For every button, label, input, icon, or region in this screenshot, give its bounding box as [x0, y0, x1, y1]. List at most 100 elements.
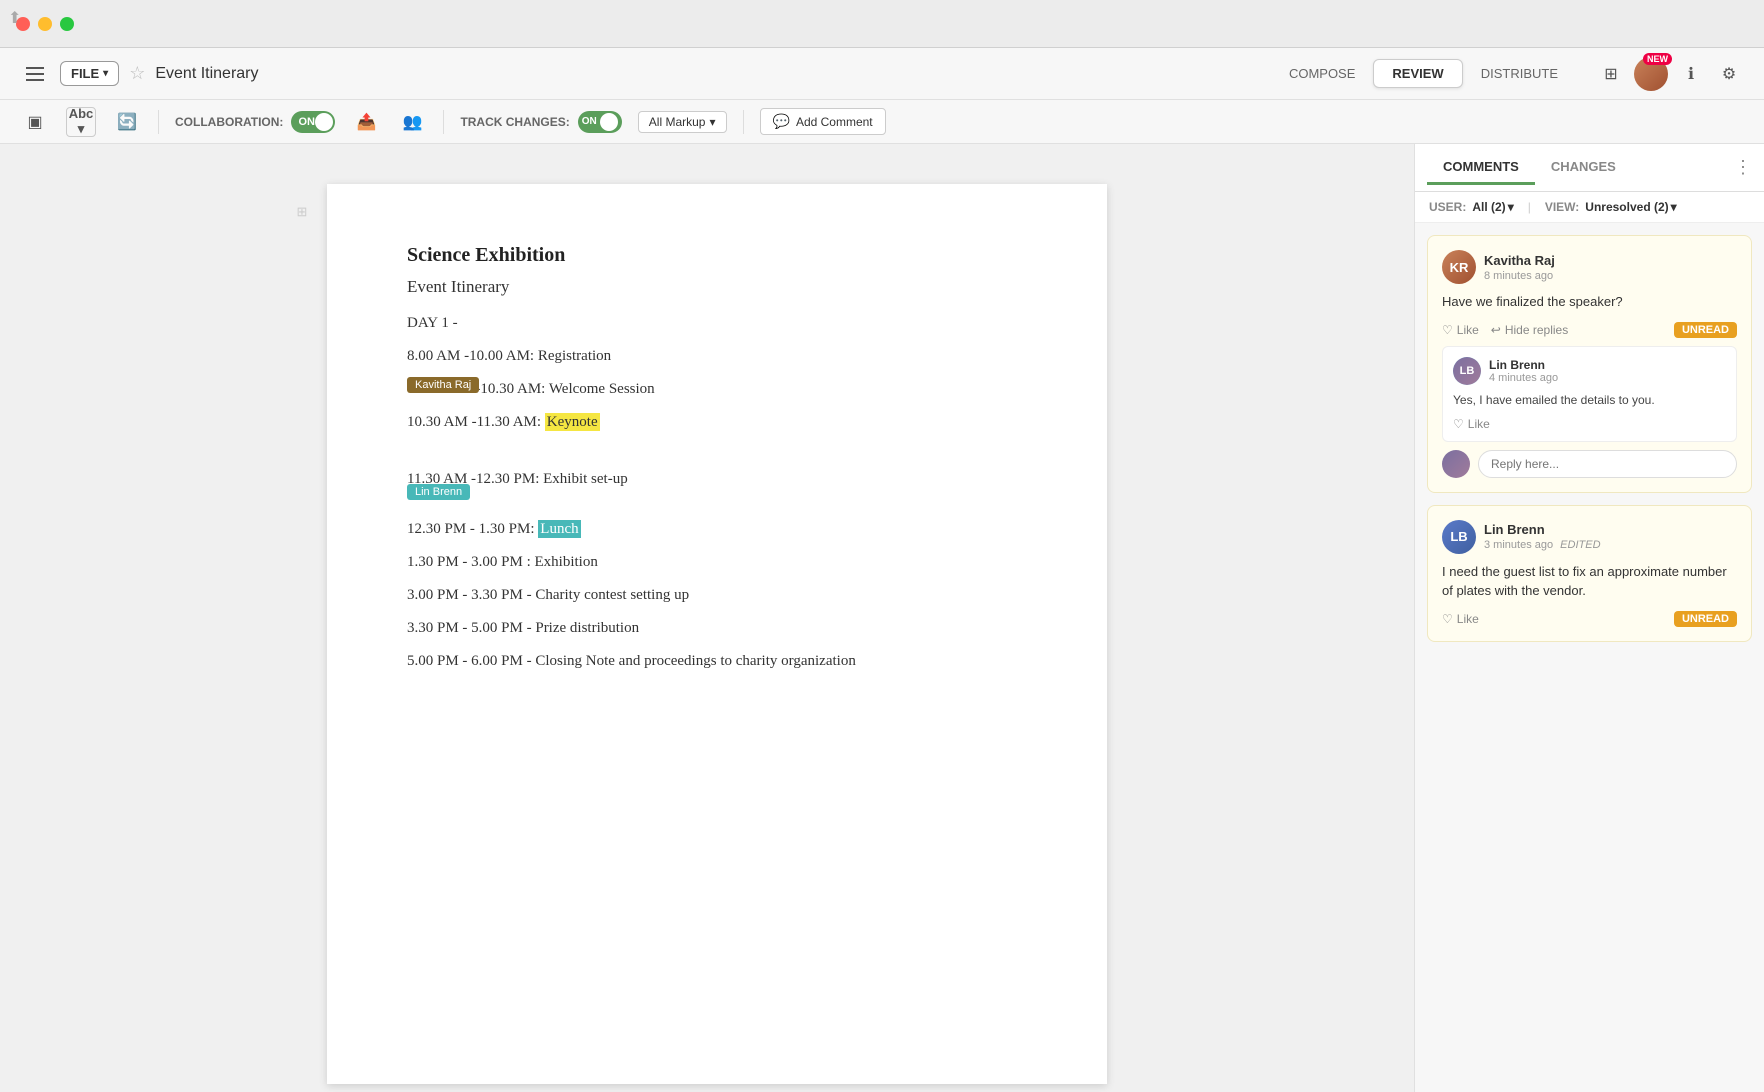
text-format-icon[interactable]: Abc ▾: [66, 107, 96, 137]
doc-item-3: 10.30 AM -11.30 AM: Keynote: [407, 414, 1027, 431]
doc-item-9-text: 5.00 PM - 6.00 PM - Closing Note and pro…: [407, 653, 856, 669]
view-filter-label: VIEW:: [1545, 200, 1579, 214]
reply-1-author: Lin Brenn: [1489, 358, 1558, 372]
reply-card-1: LB Lin Brenn 4 minutes ago Yes, I have e…: [1442, 346, 1737, 442]
tab-comments[interactable]: COMMENTS: [1427, 151, 1535, 185]
comment-1-actions: ♡ Like ↩ Hide replies UNREAD: [1442, 322, 1737, 338]
keynote-highlight: Keynote: [545, 413, 600, 431]
toolbar-left: FILE ▾ ☆ Event Itinerary: [20, 59, 1261, 89]
track-toggle-text: ON: [582, 116, 597, 127]
traffic-lights: [16, 17, 74, 31]
reply-1-actions: ♡ Like: [1453, 417, 1726, 431]
comment-icon: 💬: [773, 113, 790, 130]
comment-2-meta: Lin Brenn 3 minutes ago EDITED: [1484, 522, 1601, 551]
file-menu-button[interactable]: FILE ▾: [60, 61, 119, 86]
reply-1-text: Yes, I have emailed the details to you.: [1453, 391, 1726, 409]
tab-compose[interactable]: COMPOSE: [1271, 59, 1373, 88]
doc-item-1: 8.00 AM -10.00 AM: Registration: [407, 348, 1027, 365]
comments-list: KR Kavitha Raj 8 minutes ago Have we fin…: [1415, 223, 1764, 1092]
comment-1-hide-replies[interactable]: ↩ Hide replies: [1491, 323, 1568, 337]
comment-1-unread-badge: UNREAD: [1674, 322, 1737, 338]
reply-input-area: [1442, 450, 1737, 478]
info-icon[interactable]: ℹ: [1676, 59, 1706, 89]
comment-2-like[interactable]: ♡ Like: [1442, 612, 1479, 626]
tab-changes[interactable]: CHANGES: [1535, 151, 1632, 185]
view-icon[interactable]: ⊞: [1596, 59, 1626, 89]
fullscreen-button[interactable]: [60, 17, 74, 31]
user-filter-label: USER:: [1429, 200, 1466, 214]
comment-1-author: Kavitha Raj: [1484, 253, 1555, 268]
reply-1-avatar: LB: [1453, 357, 1481, 385]
reply-input[interactable]: [1478, 450, 1737, 478]
toolbar-icons: ⊞ new ℹ ⚙: [1596, 57, 1744, 91]
track-changes-label: TRACK CHANGES:: [460, 115, 569, 129]
collaboration-toggle[interactable]: ON: [291, 111, 335, 133]
file-label: FILE: [71, 66, 99, 81]
comment-card-1: KR Kavitha Raj 8 minutes ago Have we fin…: [1427, 235, 1752, 493]
doc-item-5: 12.30 PM - 1.30 PM: Lunch: [407, 521, 1027, 538]
add-comment-button[interactable]: 💬 Add Comment: [760, 108, 886, 135]
separator-3: [743, 110, 744, 134]
track-changes-section: TRACK CHANGES: ON: [460, 111, 621, 133]
user-filter-value[interactable]: All (2) ▾: [1472, 200, 1513, 214]
reply-1-meta: Lin Brenn 4 minutes ago: [1489, 358, 1558, 384]
doc-item-6-text: 1.30 PM - 3.00 PM : Exhibition: [407, 554, 598, 570]
right-panel: COMMENTS CHANGES ⋮ USER: All (2) ▾ | VIE…: [1414, 144, 1764, 1092]
comment-2-avatar: LB: [1442, 520, 1476, 554]
spellcheck-icon[interactable]: 🔄: [112, 107, 142, 137]
collaboration-label: COLLABORATION:: [175, 115, 283, 129]
toolbar-right: COMPOSE REVIEW DISTRIBUTE ⊞ new ℹ ⚙: [1271, 57, 1744, 91]
settings-icon[interactable]: ⚙: [1714, 59, 1744, 89]
reply-input-avatar: [1442, 450, 1470, 478]
toggle-knob: [315, 113, 333, 131]
nav-tabs: COMPOSE REVIEW DISTRIBUTE: [1271, 59, 1576, 88]
doc-item-8-text: 3.30 PM - 5.00 PM - Prize distribution: [407, 620, 639, 636]
collaboration-section: COLLABORATION: ON: [175, 111, 335, 133]
comment-card-2: LB Lin Brenn 3 minutes ago EDITED I need…: [1427, 505, 1752, 642]
separator-1: [158, 110, 159, 134]
layout-toggle-icon[interactable]: ▣: [20, 107, 50, 137]
panel-more-button[interactable]: ⋮: [1734, 157, 1752, 178]
comment-1-header: KR Kavitha Raj 8 minutes ago: [1442, 250, 1737, 284]
comment-tag-kavitha: Kavitha Raj: [407, 377, 479, 393]
tab-distribute[interactable]: DISTRIBUTE: [1463, 59, 1576, 88]
view-filter-value[interactable]: Unresolved (2) ▾: [1585, 200, 1676, 214]
like-icon: ♡: [1442, 323, 1453, 337]
doc-item-2: Kavitha Raj 10.00 AM -10.30 AM: Welcome …: [407, 381, 1027, 398]
doc-item-8: 3.30 PM - 5.00 PM - Prize distribution: [407, 620, 1027, 637]
doc-item-7: 3.00 PM - 3.30 PM - Charity contest sett…: [407, 587, 1027, 604]
comment-2-header: LB Lin Brenn 3 minutes ago EDITED: [1442, 520, 1737, 554]
tab-review[interactable]: REVIEW: [1373, 59, 1462, 88]
markup-arrow: ▾: [709, 115, 715, 129]
share-icon[interactable]: 📤: [351, 107, 381, 137]
hamburger-menu[interactable]: [20, 59, 50, 89]
top-toolbar: FILE ▾ ☆ Event Itinerary COMPOSE REVIEW …: [0, 48, 1764, 100]
sidebar-grid-icon: ⊞: [297, 204, 308, 220]
track-changes-toggle[interactable]: ON: [578, 111, 622, 133]
main-area: ⬆ ⊞ Science Exhibition Event Itinerary D…: [0, 144, 1764, 1092]
comment-2-text: I need the guest list to fix an approxim…: [1442, 562, 1737, 601]
users-icon[interactable]: 👥: [397, 107, 427, 137]
track-toggle-knob: [600, 113, 618, 131]
reply-1-like[interactable]: ♡ Like: [1453, 417, 1490, 431]
doc-item-4: 11.30 AM -12.30 PM: Exhibit set-up Lin B…: [407, 447, 1027, 505]
comment-2-actions: ♡ Like UNREAD: [1442, 611, 1737, 627]
add-comment-label: Add Comment: [796, 115, 873, 129]
editor-area: ⬆ ⊞ Science Exhibition Event Itinerary D…: [0, 144, 1414, 1092]
markup-dropdown[interactable]: All Markup ▾: [638, 111, 727, 133]
separator-2: [443, 110, 444, 134]
comment-2-unread-badge: UNREAD: [1674, 611, 1737, 627]
filter-separator: |: [1528, 200, 1531, 214]
doc-item-5-prefix: 12.30 PM - 1.30 PM:: [407, 521, 538, 537]
edited-badge: EDITED: [1560, 539, 1600, 551]
comment-1-time: 8 minutes ago: [1484, 270, 1555, 282]
minimize-button[interactable]: [38, 17, 52, 31]
user-avatar-wrapper: new: [1634, 57, 1668, 91]
new-badge: new: [1643, 53, 1672, 65]
doc-item-3-prefix: 10.30 AM -11.30 AM:: [407, 414, 545, 430]
comment-1-like[interactable]: ♡ Like: [1442, 323, 1479, 337]
document-page[interactable]: Science Exhibition Event Itinerary DAY 1…: [327, 184, 1107, 1084]
like-icon-2: ♡: [1442, 612, 1453, 626]
reply-icon: ↩: [1491, 323, 1501, 337]
favorite-button[interactable]: ☆: [129, 63, 145, 84]
